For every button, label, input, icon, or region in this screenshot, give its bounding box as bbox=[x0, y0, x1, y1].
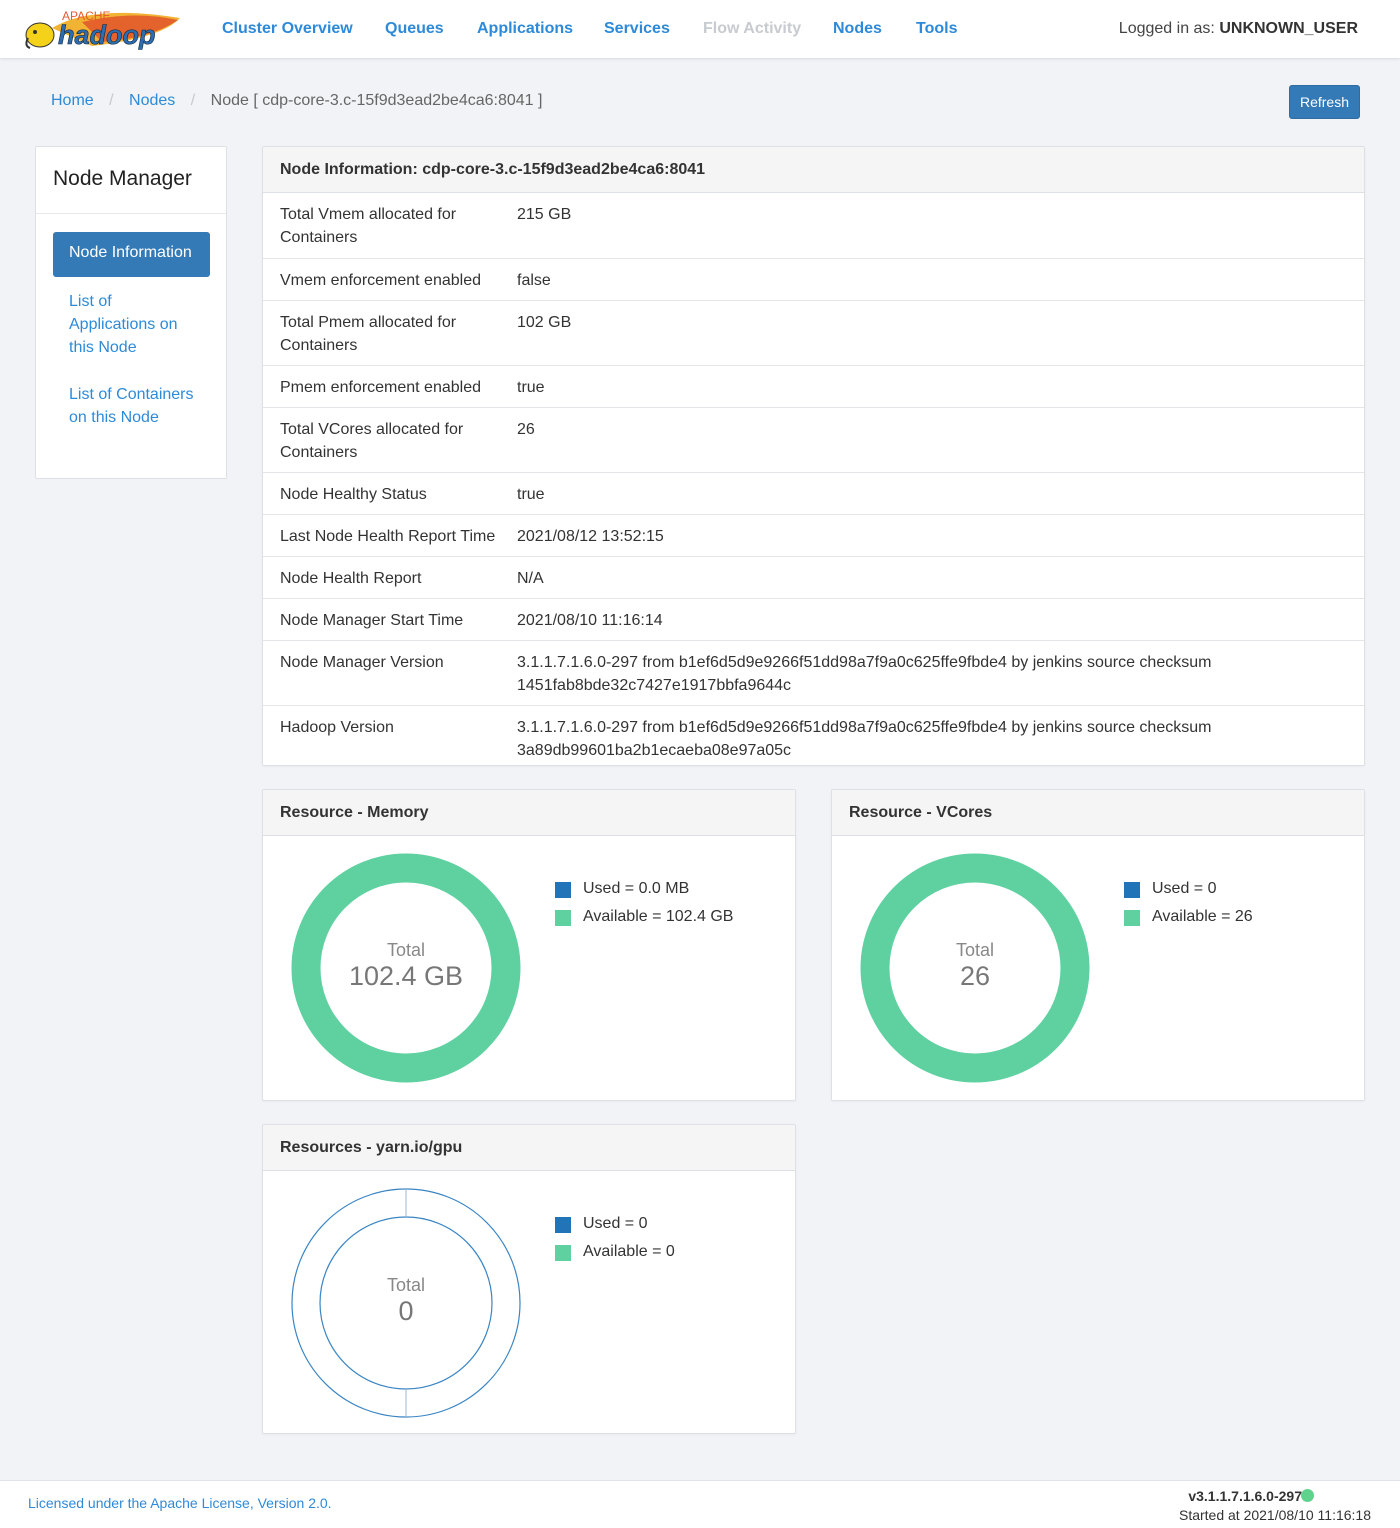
node-info-table: Total Vmem allocated for Containers 215 G… bbox=[263, 193, 1364, 769]
sidebar-title: Node Manager bbox=[36, 147, 226, 214]
node-info-title: Node Information: cdp-core-3.c-15f9d3ead… bbox=[263, 147, 1364, 193]
hadoop-text: hadoop bbox=[58, 20, 155, 50]
info-row-value: true bbox=[517, 472, 1364, 515]
memory-total-label: Total bbox=[387, 940, 425, 960]
breadcrumb-current: Node [ cdp-core-3.c-15f9d3ead2be4ca6:804… bbox=[210, 92, 543, 109]
available-swatch bbox=[555, 1245, 571, 1261]
gpu-used-label: Used = 0 bbox=[583, 1215, 648, 1232]
node-info-panel: Node Information: cdp-core-3.c-15f9d3ead… bbox=[262, 146, 1365, 766]
info-row-key: Node Health Report bbox=[263, 556, 517, 599]
memory-total-value: 102.4 GB bbox=[349, 961, 463, 991]
info-row: Node Healthy Status true bbox=[263, 472, 1364, 515]
nav-cluster-overview[interactable]: Cluster Overview bbox=[222, 20, 353, 38]
breadcrumb-nodes[interactable]: Nodes bbox=[129, 92, 175, 109]
available-swatch bbox=[555, 910, 571, 926]
resource-memory-panel: Resource - Memory Total 102.4 GB Used = … bbox=[262, 789, 796, 1101]
used-swatch bbox=[555, 882, 571, 898]
logged-in-label: Logged in as: bbox=[1118, 20, 1215, 37]
info-row-key: Total Vmem allocated for Containers bbox=[263, 193, 517, 259]
nav-queues[interactable]: Queues bbox=[385, 20, 444, 38]
info-row-key: Node Manager Start Time bbox=[263, 598, 517, 641]
hadoop-logo[interactable]: APACHE hadoop bbox=[22, 8, 184, 54]
info-row-key: Node Manager Version bbox=[263, 640, 517, 706]
resource-vcores-panel: Resource - VCores Total 26 Used = 0 Avai… bbox=[831, 789, 1365, 1101]
logged-in-status: Logged in as: UNKNOWN_USER bbox=[1119, 20, 1358, 38]
nav-services[interactable]: Services bbox=[604, 20, 670, 38]
info-row-key: Last Node Health Report Time bbox=[263, 514, 517, 557]
memory-used-label: Used = 0.0 MB bbox=[583, 880, 690, 897]
breadcrumb-home[interactable]: Home bbox=[51, 92, 94, 109]
resource-vcores-title: Resource - VCores bbox=[832, 790, 1364, 836]
info-row: Vmem enforcement enabled false bbox=[263, 258, 1364, 301]
gpu-donut-chart: Total 0 bbox=[291, 1188, 521, 1418]
vcores-used-label: Used = 0 bbox=[1152, 880, 1217, 897]
nav-flow-activity: Flow Activity bbox=[703, 20, 802, 37]
started-time: Started at 2021/08/10 11:16:18 bbox=[1178, 1507, 1371, 1523]
info-row-value: 2021/08/10 11:16:14 bbox=[517, 598, 1364, 641]
info-row-value: true bbox=[517, 365, 1364, 408]
vcores-total-value: 26 bbox=[960, 961, 990, 991]
sidebar-item-applications[interactable]: List of Applications on this Node bbox=[69, 290, 199, 359]
sidebar: Node Manager Node Information List of Ap… bbox=[35, 146, 227, 479]
gpu-total-value: 0 bbox=[398, 1296, 413, 1326]
hadoop-elephant-icon: APACHE hadoop bbox=[25, 9, 180, 50]
refresh-button[interactable]: Refresh bbox=[1289, 85, 1360, 119]
info-row-key: Node Healthy Status bbox=[263, 472, 517, 515]
vcores-donut-chart: Total 26 bbox=[860, 853, 1090, 1083]
vcores-available-label: Available = 26 bbox=[1152, 908, 1253, 925]
top-navbar: APACHE hadoop Cluster Overview Queues Ap… bbox=[0, 0, 1400, 59]
vcores-chart-area: Total 26 Used = 0 Available = 26 bbox=[832, 836, 1366, 1102]
info-row: Node Manager Version 3.1.1.7.1.6.0-297 fr… bbox=[263, 640, 1364, 706]
logged-in-user: UNKNOWN_USER bbox=[1219, 20, 1358, 37]
status-ok-icon bbox=[1301, 1489, 1314, 1502]
version-label: v3.1.1.7.1.6.0-297 bbox=[1188, 1488, 1302, 1504]
info-row-value: false bbox=[517, 258, 1364, 301]
info-row-key: Total Pmem allocated for Containers bbox=[263, 300, 517, 366]
memory-donut-chart: Total 102.4 GB bbox=[291, 853, 521, 1083]
info-row-key: Total VCores allocated for Containers bbox=[263, 407, 517, 473]
info-row: Total Vmem allocated for Containers 215 G… bbox=[263, 193, 1364, 259]
nav-applications[interactable]: Applications bbox=[477, 20, 573, 38]
info-row: Node Manager Start Time 2021/08/10 11:16:… bbox=[263, 598, 1364, 641]
resource-gpu-title: Resources - yarn.io/gpu bbox=[263, 1125, 795, 1171]
resource-gpu-panel: Resources - yarn.io/gpu Total 0 Used = 0… bbox=[262, 1124, 796, 1434]
sidebar-item-node-information[interactable]: Node Information bbox=[53, 232, 210, 277]
breadcrumb-separator: / bbox=[109, 92, 114, 109]
info-row-value: 3.1.1.7.1.6.0-297 from b1ef6d5d9e9266f51… bbox=[517, 718, 1212, 759]
info-row: Node Health Report N/A bbox=[263, 556, 1364, 599]
info-row: Total VCores allocated for Containers 26 bbox=[263, 407, 1364, 473]
gpu-available-label: Available = 0 bbox=[583, 1243, 675, 1260]
info-row-value: 3.1.1.7.1.6.0-297 from b1ef6d5d9e9266f51… bbox=[517, 640, 1364, 706]
nav-tools[interactable]: Tools bbox=[916, 20, 957, 38]
info-row: Last Node Health Report Time 2021/08/12 1… bbox=[263, 514, 1364, 557]
available-swatch bbox=[1124, 910, 1140, 926]
info-row-value: 215 GB bbox=[517, 193, 1364, 259]
info-row-key: Vmem enforcement enabled bbox=[263, 258, 517, 301]
vcores-total-label: Total bbox=[956, 940, 994, 960]
breadcrumb-separator: / bbox=[190, 92, 196, 109]
info-row: Hadoop Version 3.1.1.7.1.6.0-297 from b1e… bbox=[263, 705, 1364, 769]
info-row-value: 26 bbox=[517, 407, 1364, 473]
info-row-value: 102 GB bbox=[517, 300, 1364, 366]
gpu-chart-area: Total 0 Used = 0 Available = 0 bbox=[263, 1171, 797, 1435]
info-row-value: N/A bbox=[517, 556, 1364, 599]
nav-nodes[interactable]: Nodes bbox=[833, 20, 882, 38]
used-swatch bbox=[1124, 882, 1140, 898]
info-row-key: Hadoop Version bbox=[280, 718, 394, 736]
footer: Licensed under the Apache License, Versi… bbox=[0, 1480, 1400, 1528]
sidebar-item-containers[interactable]: List of Containers on this Node bbox=[69, 383, 199, 429]
memory-chart-area: Total 102.4 GB Used = 0.0 MB Available =… bbox=[263, 836, 797, 1102]
info-row: Total Pmem allocated for Containers 102 G… bbox=[263, 300, 1364, 366]
info-row: Pmem enforcement enabled true bbox=[263, 365, 1364, 408]
used-swatch bbox=[555, 1217, 571, 1233]
gpu-total-label: Total bbox=[387, 1275, 425, 1295]
info-row-key: Pmem enforcement enabled bbox=[263, 365, 517, 408]
breadcrumb: Home / Nodes / Node [ cdp-core-3.c-15f9d… bbox=[51, 92, 542, 110]
memory-available-label: Available = 102.4 GB bbox=[583, 908, 734, 925]
info-row-value: 2021/08/12 13:52:15 bbox=[517, 514, 1364, 557]
license-link[interactable]: Licensed under the Apache License, Versi… bbox=[28, 1495, 332, 1511]
resource-memory-title: Resource - Memory bbox=[263, 790, 795, 836]
